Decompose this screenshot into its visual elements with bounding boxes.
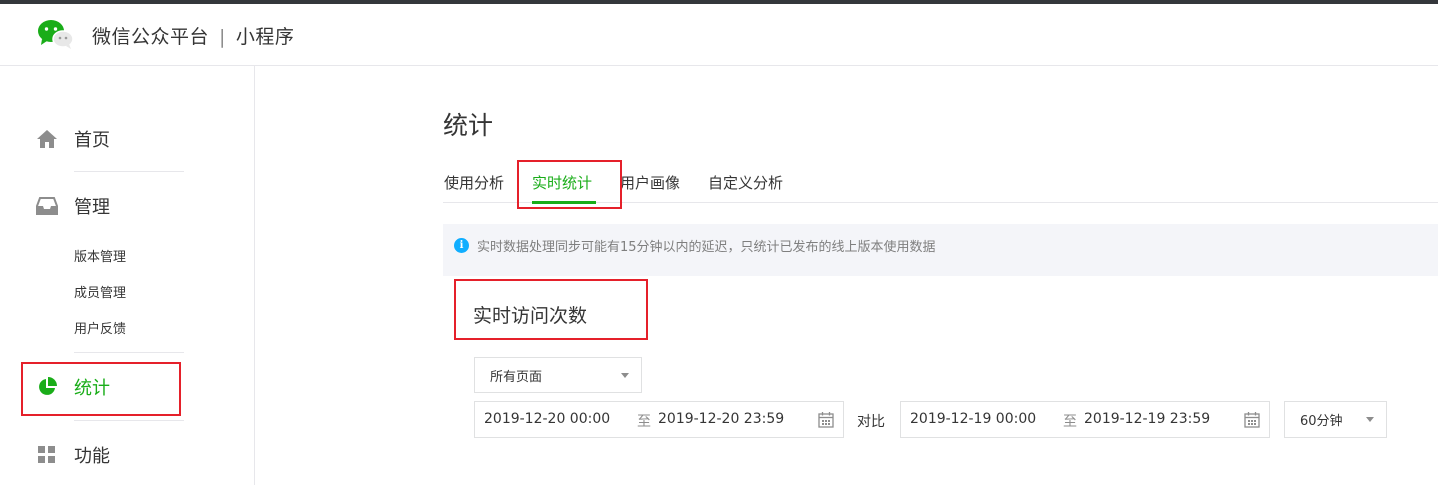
sidebar-divider xyxy=(74,352,184,353)
pie-chart-icon xyxy=(36,376,58,398)
sidebar-item-label: 功能 xyxy=(74,446,110,467)
brand-name: 微信公众平台 xyxy=(92,26,210,48)
compare-date-range-picker[interactable]: 2019-12-19 00:00 至 2019-12-19 23:59 xyxy=(900,401,1270,438)
date-range-to: 至 xyxy=(637,414,651,430)
page-select[interactable]: 所有页面 xyxy=(474,357,642,393)
sidebar-item-label: 首页 xyxy=(74,130,110,151)
info-icon: i xyxy=(454,237,469,253)
sidebar-item-label: 管理 xyxy=(74,197,110,218)
page-select-value: 所有页面 xyxy=(490,369,543,385)
top-header: 微信公众平台 | 小程序 xyxy=(0,4,1438,66)
card-title: 实时访问次数 xyxy=(473,305,588,327)
date-range-end: 2019-12-19 23:59 xyxy=(1084,411,1211,427)
interval-select[interactable]: 60分钟 xyxy=(1284,401,1387,438)
calendar-icon xyxy=(1244,412,1260,428)
platform-title[interactable]: 微信公众平台 | 小程序 xyxy=(92,22,294,49)
sidebar-item-label: 统计 xyxy=(74,378,110,399)
date-range-picker[interactable]: 2019-12-20 00:00 至 2019-12-20 23:59 xyxy=(474,401,844,438)
interval-select-value: 60分钟 xyxy=(1300,414,1343,429)
notice-bar: i 实时数据处理同步可能有15分钟以内的延迟，只统计已发布的线上版本使用数据 xyxy=(443,224,1438,266)
compare-label: 对比 xyxy=(857,414,885,430)
sidebar-item-home[interactable]: 首页 xyxy=(36,126,110,152)
sidebar-subitem-members[interactable]: 成员管理 xyxy=(74,282,126,301)
date-range-end: 2019-12-20 23:59 xyxy=(658,411,785,427)
sidebar-divider xyxy=(74,171,184,172)
inbox-icon xyxy=(36,195,58,217)
sidebar-item-management[interactable]: 管理 xyxy=(36,193,110,219)
sidebar-subitem-version[interactable]: 版本管理 xyxy=(74,246,126,265)
grid-icon xyxy=(36,444,58,466)
date-range-start: 2019-12-20 00:00 xyxy=(484,411,611,427)
product-name: 小程序 xyxy=(235,26,295,48)
home-icon xyxy=(36,128,58,150)
sidebar-divider xyxy=(74,420,184,421)
date-range-to: 至 xyxy=(1063,414,1077,430)
title-separator: | xyxy=(219,26,226,48)
main-content: 统计 使用分析 实时统计 用户画像 自定义分析 i 实时数据处理同步可能有15分… xyxy=(255,66,1438,485)
chevron-down-icon xyxy=(1366,417,1374,422)
chevron-down-icon xyxy=(621,373,629,378)
notice-text: 实时数据处理同步可能有15分钟以内的延迟，只统计已发布的线上版本使用数据 xyxy=(477,239,936,255)
sidebar: 首页 管理 版本管理 成员管理 用户反馈 统计 功能 xyxy=(0,66,255,485)
page-title: 统计 xyxy=(443,111,494,140)
tab-custom-analysis[interactable]: 自定义分析 xyxy=(708,172,783,193)
active-tab-underline xyxy=(532,201,596,204)
section-gap xyxy=(443,266,1438,276)
tab-bar: 使用分析 实时统计 用户画像 自定义分析 xyxy=(443,160,1438,203)
sidebar-item-features[interactable]: 功能 xyxy=(36,442,110,468)
sidebar-subitem-feedback[interactable]: 用户反馈 xyxy=(74,318,126,337)
tab-user-portrait[interactable]: 用户画像 xyxy=(620,172,680,193)
sidebar-item-statistics[interactable]: 统计 xyxy=(36,374,110,400)
wechat-logo-icon[interactable] xyxy=(36,18,76,50)
calendar-icon xyxy=(818,412,834,428)
tab-usage-analysis[interactable]: 使用分析 xyxy=(444,172,504,193)
tab-realtime-statistics[interactable]: 实时统计 xyxy=(532,172,592,193)
date-range-start: 2019-12-19 00:00 xyxy=(910,411,1037,427)
